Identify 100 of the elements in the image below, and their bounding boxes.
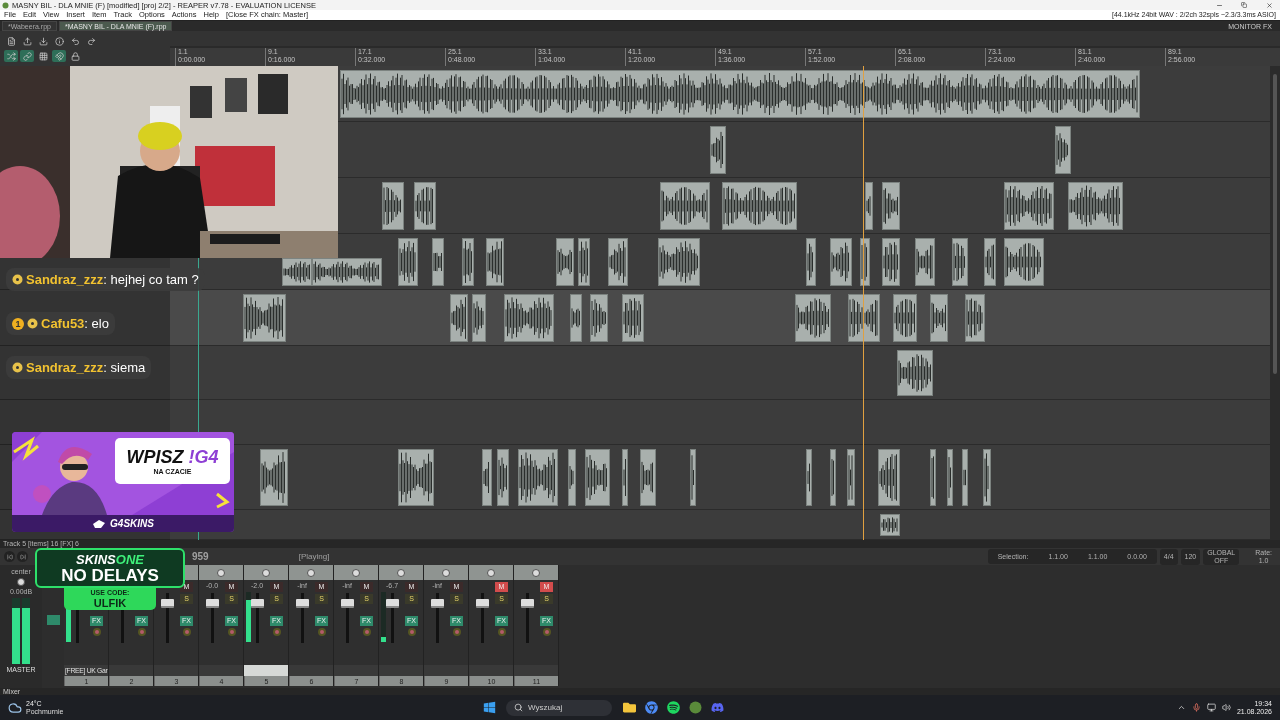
audio-item[interactable] bbox=[897, 350, 933, 396]
audio-item[interactable] bbox=[930, 449, 936, 506]
audio-item[interactable] bbox=[432, 238, 444, 286]
record-arm-button[interactable] bbox=[407, 628, 416, 636]
audio-item[interactable] bbox=[398, 238, 418, 286]
audio-item[interactable] bbox=[243, 294, 286, 342]
chrome-icon[interactable] bbox=[644, 701, 658, 714]
audio-item[interactable] bbox=[893, 294, 917, 342]
audio-item[interactable] bbox=[806, 449, 812, 506]
audio-item[interactable] bbox=[518, 449, 558, 506]
link-button[interactable] bbox=[20, 50, 34, 62]
audio-item[interactable] bbox=[878, 449, 900, 506]
audio-item[interactable] bbox=[848, 294, 880, 342]
audio-item[interactable] bbox=[965, 294, 985, 342]
audio-item[interactable] bbox=[690, 449, 696, 506]
fader[interactable] bbox=[295, 599, 309, 608]
audio-item[interactable] bbox=[382, 182, 404, 230]
audio-item[interactable] bbox=[847, 449, 855, 506]
skip-back-icon[interactable] bbox=[6, 553, 13, 560]
fader[interactable] bbox=[205, 599, 219, 608]
audio-item[interactable] bbox=[658, 238, 700, 286]
fader[interactable] bbox=[160, 599, 174, 608]
app-icon[interactable] bbox=[688, 701, 702, 714]
audio-item[interactable] bbox=[556, 238, 574, 286]
fader[interactable] bbox=[385, 599, 399, 608]
redo-icon[interactable] bbox=[86, 36, 96, 46]
audio-item[interactable] bbox=[282, 258, 312, 286]
record-arm-button[interactable] bbox=[542, 628, 551, 636]
audio-item[interactable] bbox=[260, 449, 288, 506]
record-arm-button[interactable] bbox=[137, 628, 146, 636]
audio-item[interactable] bbox=[497, 449, 509, 506]
record-arm-button[interactable] bbox=[92, 628, 101, 636]
audio-item[interactable] bbox=[952, 238, 968, 286]
upload-icon[interactable] bbox=[22, 36, 32, 46]
audio-item[interactable] bbox=[930, 294, 948, 342]
download-icon[interactable] bbox=[38, 36, 48, 46]
fx-toggle[interactable] bbox=[46, 615, 60, 625]
grid-icon[interactable] bbox=[38, 51, 48, 61]
pan-knob[interactable] bbox=[17, 578, 25, 586]
info-icon[interactable] bbox=[54, 36, 64, 46]
audio-item[interactable] bbox=[860, 238, 870, 286]
audio-item[interactable] bbox=[640, 449, 656, 506]
close-icon[interactable] bbox=[1265, 1, 1273, 9]
audio-item[interactable] bbox=[882, 238, 900, 286]
audio-item[interactable] bbox=[830, 238, 852, 286]
audio-item[interactable] bbox=[865, 182, 873, 230]
scrollbar[interactable] bbox=[1273, 74, 1277, 374]
audio-item[interactable] bbox=[806, 238, 816, 286]
spotify-icon[interactable] bbox=[666, 701, 680, 714]
audio-item[interactable] bbox=[962, 449, 968, 506]
search-field[interactable]: Wyszukaj bbox=[506, 699, 612, 716]
network-icon[interactable] bbox=[1206, 703, 1216, 712]
audio-item[interactable] bbox=[830, 449, 836, 506]
audio-item[interactable] bbox=[984, 238, 996, 286]
microphone-icon[interactable] bbox=[1191, 703, 1201, 712]
fader[interactable] bbox=[475, 599, 489, 608]
audio-item[interactable] bbox=[608, 238, 628, 286]
audio-item[interactable] bbox=[482, 449, 492, 506]
chevron-up-icon[interactable] bbox=[1176, 703, 1186, 712]
audio-item[interactable] bbox=[340, 70, 1140, 118]
record-arm-button[interactable] bbox=[362, 628, 371, 636]
record-arm-button[interactable] bbox=[452, 628, 461, 636]
audio-item[interactable] bbox=[1055, 126, 1071, 174]
volume-icon[interactable] bbox=[1221, 703, 1231, 712]
audio-item[interactable] bbox=[983, 449, 991, 506]
audio-item[interactable] bbox=[947, 449, 953, 506]
audio-item[interactable] bbox=[585, 449, 610, 506]
fader[interactable] bbox=[340, 599, 354, 608]
audio-item[interactable] bbox=[795, 294, 831, 342]
audio-item[interactable] bbox=[312, 258, 382, 286]
audio-item[interactable] bbox=[462, 238, 474, 286]
record-arm-button[interactable] bbox=[227, 628, 236, 636]
audio-item[interactable] bbox=[570, 294, 582, 342]
lock-icon[interactable] bbox=[70, 51, 80, 61]
audio-item[interactable] bbox=[1004, 182, 1054, 230]
audio-item[interactable] bbox=[1004, 238, 1044, 286]
track-lane[interactable] bbox=[170, 290, 1270, 346]
snap-button[interactable] bbox=[52, 50, 66, 62]
audio-item[interactable] bbox=[450, 294, 468, 342]
fader[interactable] bbox=[520, 599, 534, 608]
file-icon[interactable] bbox=[6, 36, 16, 46]
audio-item[interactable] bbox=[414, 182, 436, 230]
audio-item[interactable] bbox=[915, 238, 935, 286]
undo-icon[interactable] bbox=[70, 36, 80, 46]
audio-item[interactable] bbox=[882, 182, 900, 230]
audio-item[interactable] bbox=[710, 126, 726, 174]
restore-icon[interactable] bbox=[1241, 2, 1247, 8]
record-arm-button[interactable] bbox=[497, 628, 506, 636]
discord-icon[interactable] bbox=[710, 701, 724, 714]
audio-item[interactable] bbox=[504, 294, 554, 342]
audio-item[interactable] bbox=[622, 449, 628, 506]
skip-forward-icon[interactable] bbox=[19, 553, 26, 560]
fader[interactable] bbox=[430, 599, 444, 608]
audio-item[interactable] bbox=[578, 238, 590, 286]
folder-icon[interactable] bbox=[622, 701, 636, 714]
audio-item[interactable] bbox=[568, 449, 576, 506]
shuffle-button[interactable] bbox=[4, 50, 18, 62]
audio-item[interactable] bbox=[880, 514, 900, 536]
record-arm-button[interactable] bbox=[317, 628, 326, 636]
audio-item[interactable] bbox=[1068, 182, 1123, 230]
